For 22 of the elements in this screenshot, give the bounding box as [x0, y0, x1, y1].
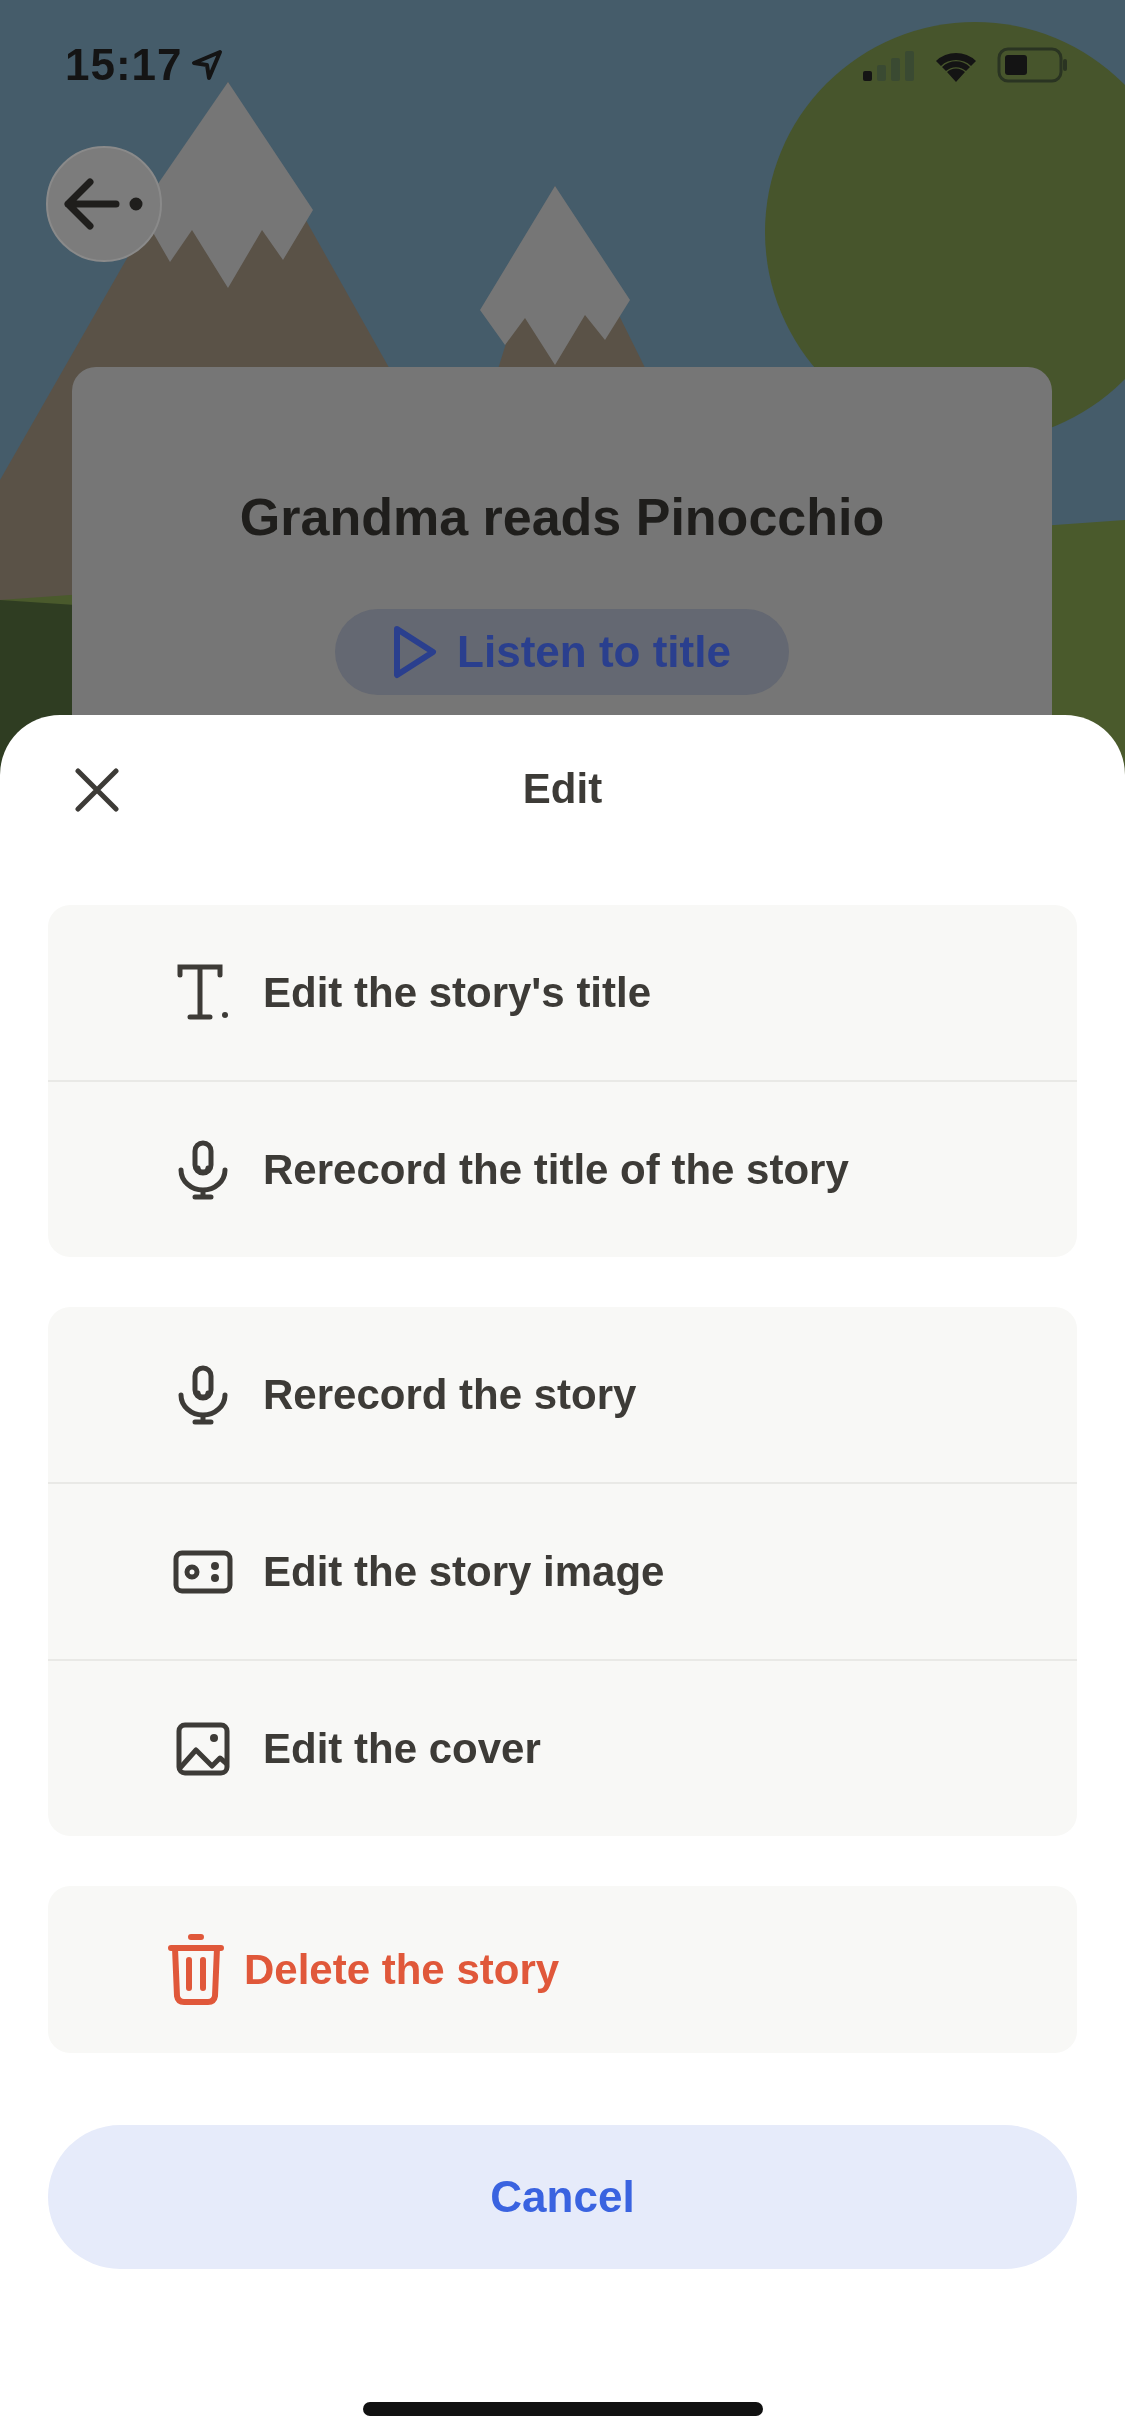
battery-icon	[997, 47, 1069, 83]
story-title: Grandma reads Pinocchio	[239, 487, 885, 547]
signal-icon	[863, 49, 915, 81]
photo-card-icon	[173, 1549, 233, 1594]
menu-item[interactable]: Rerecord the story	[48, 1307, 1077, 1482]
clock-time: 15:17	[65, 40, 183, 90]
play-icon	[393, 625, 438, 679]
microphone-icon	[176, 1364, 230, 1425]
image-icon	[176, 1721, 230, 1776]
text-icon	[176, 962, 230, 1023]
sheet-title: Edit	[522, 765, 603, 814]
menu-item[interactable]: Rerecord the title of the story	[48, 1082, 1077, 1257]
arrow-left-icon	[64, 178, 144, 230]
microphone-icon	[176, 1139, 230, 1200]
trash-icon	[167, 1933, 225, 2006]
location-arrow-icon	[190, 49, 223, 81]
delete-menu-item[interactable]: Delete the story	[48, 1886, 1077, 2053]
close-icon	[75, 768, 119, 812]
menu-item[interactable]: Edit the cover	[48, 1661, 1077, 1836]
menu-item[interactable]: Edit the story image	[48, 1484, 1077, 1659]
cancel-button[interactable]: Cancel	[48, 2125, 1077, 2269]
menu-item[interactable]: Edit the story's title	[48, 905, 1077, 1080]
